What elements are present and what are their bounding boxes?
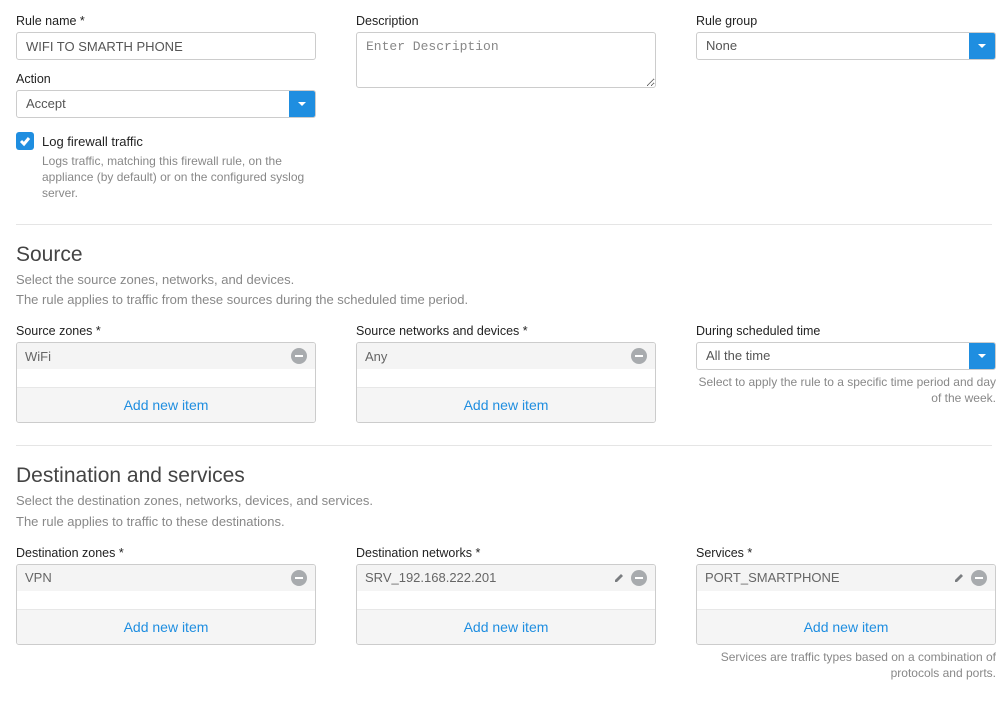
divider (16, 445, 992, 446)
chip-label: WiFi (25, 349, 291, 364)
source-zones-box[interactable]: WiFi Add new item (16, 342, 316, 423)
edit-chip-button[interactable] (611, 570, 627, 586)
source-title: Source (16, 243, 992, 267)
destination-networks-label: Destination networks * (356, 546, 656, 560)
chip-label: VPN (25, 570, 291, 585)
chip-label: SRV_192.168.222.201 (365, 570, 611, 585)
check-icon (19, 135, 31, 147)
remove-chip-button[interactable] (291, 570, 307, 586)
rule-name-input[interactable] (16, 32, 316, 60)
services-box[interactable]: PORT_SMARTPHONE Add new item (696, 564, 996, 645)
destination-title: Destination and services (16, 464, 992, 488)
add-destination-zone-button[interactable]: Add new item (17, 609, 315, 644)
description-label: Description (356, 14, 656, 28)
action-label: Action (16, 72, 316, 86)
scheduled-time-label: During scheduled time (696, 324, 996, 338)
pencil-icon (953, 572, 965, 584)
services-helper: Services are traffic types based on a co… (696, 649, 996, 681)
add-source-network-button[interactable]: Add new item (357, 387, 655, 422)
edit-chip-button[interactable] (951, 570, 967, 586)
minus-icon (974, 573, 984, 583)
source-networks-box[interactable]: Any Add new item (356, 342, 656, 423)
remove-chip-button[interactable] (631, 348, 647, 364)
source-zones-chip[interactable]: WiFi (17, 343, 315, 369)
add-service-button[interactable]: Add new item (697, 609, 995, 644)
destination-networks-chip[interactable]: SRV_192.168.222.201 (357, 565, 655, 591)
source-section: Source Select the source zones, networks… (16, 243, 992, 424)
minus-icon (294, 573, 304, 583)
chip-label: Any (365, 349, 631, 364)
rule-group-label: Rule group (696, 14, 996, 28)
destination-zones-chip[interactable]: VPN (17, 565, 315, 591)
pencil-icon (613, 572, 625, 584)
scheduled-time-dropdown-button[interactable] (969, 343, 995, 369)
source-sub2: The rule applies to traffic from these s… (16, 291, 992, 310)
description-textarea[interactable] (356, 32, 656, 88)
rule-group-dropdown-button[interactable] (969, 33, 995, 59)
source-zones-label: Source zones * (16, 324, 316, 338)
log-traffic-helper: Logs traffic, matching this firewall rul… (42, 153, 316, 202)
minus-icon (634, 351, 644, 361)
services-label: Services * (696, 546, 996, 560)
scheduled-time-helper: Select to apply the rule to a specific t… (696, 374, 996, 406)
caret-down-icon (977, 351, 987, 361)
action-dropdown-button[interactable] (289, 91, 315, 117)
scheduled-time-select[interactable]: All the time (696, 342, 996, 370)
destination-zones-box[interactable]: VPN Add new item (16, 564, 316, 645)
remove-chip-button[interactable] (971, 570, 987, 586)
action-select[interactable]: Accept (16, 90, 316, 118)
destination-section: Destination and services Select the dest… (16, 464, 992, 681)
destination-sub2: The rule applies to traffic to these des… (16, 513, 992, 532)
rule-name-label: Rule name * (16, 14, 316, 28)
log-traffic-label: Log firewall traffic (42, 134, 143, 149)
caret-down-icon (977, 41, 987, 51)
destination-zones-label: Destination zones * (16, 546, 316, 560)
remove-chip-button[interactable] (291, 348, 307, 364)
source-sub1: Select the source zones, networks, and d… (16, 271, 992, 290)
rule-group-select[interactable]: None (696, 32, 996, 60)
divider (16, 224, 992, 225)
action-value: Accept (17, 91, 289, 117)
minus-icon (634, 573, 644, 583)
log-traffic-checkbox[interactable] (16, 132, 34, 150)
source-networks-chip[interactable]: Any (357, 343, 655, 369)
minus-icon (294, 351, 304, 361)
rule-group-value: None (697, 33, 969, 59)
scheduled-time-value: All the time (697, 343, 969, 369)
remove-chip-button[interactable] (631, 570, 647, 586)
services-chip[interactable]: PORT_SMARTPHONE (697, 565, 995, 591)
destination-sub1: Select the destination zones, networks, … (16, 492, 992, 511)
caret-down-icon (297, 99, 307, 109)
add-destination-network-button[interactable]: Add new item (357, 609, 655, 644)
add-source-zone-button[interactable]: Add new item (17, 387, 315, 422)
destination-networks-box[interactable]: SRV_192.168.222.201 Add new item (356, 564, 656, 645)
chip-label: PORT_SMARTPHONE (705, 570, 951, 585)
source-networks-label: Source networks and devices * (356, 324, 656, 338)
